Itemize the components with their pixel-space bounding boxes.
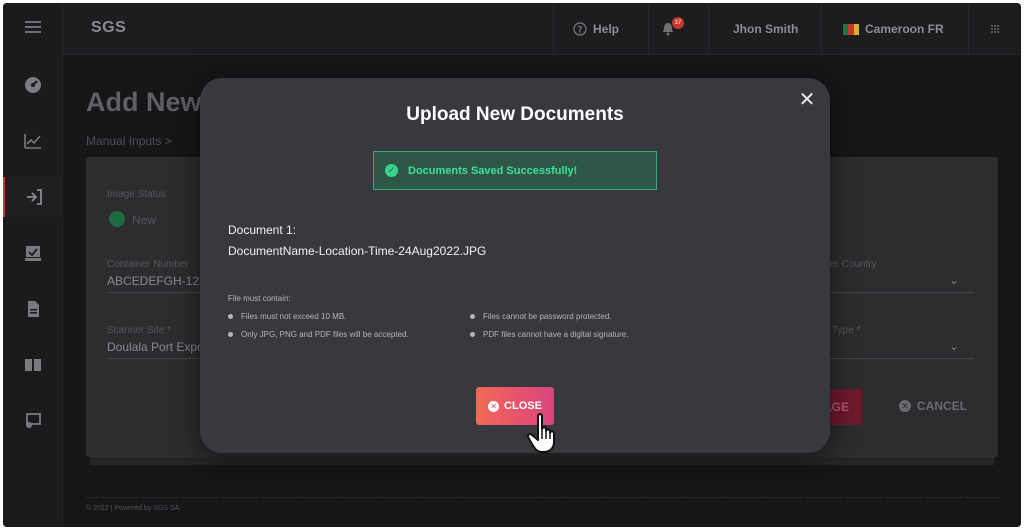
user-name: Jhon Smith [733, 22, 799, 36]
bullet-icon [228, 332, 233, 337]
close-circle-icon: ✕ [488, 400, 500, 412]
bullet-icon [470, 314, 475, 319]
status-indicator [109, 211, 125, 227]
origin-country-label: er Country [830, 259, 877, 270]
document-label: Document 1: [228, 223, 297, 237]
approvals-icon[interactable] [3, 233, 63, 273]
scanner-site-underline [107, 358, 202, 359]
app-frame: SGS ? Help 37 Jhon Smith Cameroon FR Add… [3, 3, 1021, 527]
card-shadow [90, 457, 994, 465]
scanner-site-select[interactable]: Doulala Port Expo [107, 340, 204, 354]
user-menu[interactable]: Jhon Smith [733, 3, 798, 55]
upload-documents-modal: Upload New Documents ✕ ✓ Documents Saved… [200, 78, 830, 453]
bullet-icon [228, 314, 233, 319]
footer: © 2022 | Powered by SGS SA [86, 505, 180, 512]
type-underline [830, 358, 974, 359]
top-bar: SGS ? Help 37 Jhon Smith Cameroon FR [63, 3, 1021, 55]
divider [968, 3, 969, 55]
country-underline [830, 292, 974, 293]
image-status-value: New [132, 213, 157, 227]
container-number-label: Container Number [107, 259, 189, 270]
cameroon-flag-icon [843, 23, 859, 35]
svg-text:?: ? [577, 26, 582, 36]
divider [708, 3, 709, 55]
manual-inputs-icon[interactable] [3, 177, 63, 217]
analytics-icon[interactable] [3, 121, 63, 161]
page-title: Add New [86, 87, 202, 117]
rule-item: Files must not exceed 10 MB. [228, 312, 346, 321]
document-name: DocumentName-Location-Time-24Aug2022.JPG [228, 244, 487, 258]
rule-item: PDF files cannot have a digital signatur… [470, 330, 628, 339]
country-selector[interactable]: Cameroon FR [843, 3, 944, 55]
type-label: Type * [832, 325, 861, 336]
divider [821, 3, 822, 55]
brand-logo: SGS [91, 19, 127, 36]
rule-item: Only JPG, PNG and PDF files will be acce… [228, 330, 409, 339]
country-label: Cameroon FR [865, 22, 944, 36]
grid-icon [991, 25, 999, 33]
sidebar [3, 3, 63, 527]
scanner-site-label: Scanner Site * [107, 325, 171, 336]
check-circle-icon: ✓ [385, 164, 398, 177]
hand-pointer-icon [526, 413, 555, 453]
breadcrumb[interactable]: Manual Inputs > [86, 134, 172, 148]
support-icon[interactable] [3, 401, 63, 441]
close-icon[interactable]: ✕ [798, 90, 816, 110]
divider [553, 3, 554, 55]
success-alert: ✓ Documents Saved Successfully! [373, 151, 657, 190]
divider [648, 3, 649, 55]
modal-title: Upload New Documents [406, 104, 624, 125]
container-number-underline [107, 292, 202, 293]
help-link[interactable]: ? Help [573, 3, 619, 55]
success-message: Documents Saved Successfully! [408, 164, 578, 177]
cancel-icon: ✕ [899, 400, 911, 412]
image-status-label: Image Status [107, 189, 166, 200]
rule-item: Files cannot be password protected. [470, 312, 612, 321]
rules-heading: File must contain: [228, 294, 291, 303]
cancel-button[interactable]: ✕ CANCEL [899, 399, 967, 413]
type-chevron-down-icon[interactable]: ⌄ [949, 339, 959, 353]
bullet-icon [470, 332, 475, 337]
country-chevron-down-icon[interactable]: ⌄ [949, 273, 959, 287]
rule-text: Files must not exceed 10 MB. [241, 312, 347, 321]
notifications-button[interactable]: 37 [661, 3, 691, 55]
help-label: Help [593, 22, 620, 36]
help-icon: ? [573, 22, 587, 36]
menu-icon[interactable] [3, 7, 63, 47]
rule-text: PDF files cannot have a digital signatur… [483, 330, 629, 339]
close-button-label: CLOSE [504, 400, 542, 412]
document-icon[interactable] [3, 289, 63, 329]
book-icon[interactable] [3, 345, 63, 385]
dashboard-icon[interactable] [3, 65, 63, 105]
cancel-label: CANCEL [917, 399, 967, 413]
rule-text: Files cannot be password protected. [483, 312, 612, 321]
notification-badge: 37 [672, 17, 684, 29]
rule-text: Only JPG, PNG and PDF files will be acce… [241, 330, 409, 339]
container-number-input[interactable]: ABCEDEFGH-123 [107, 274, 206, 288]
apps-grid-button[interactable] [988, 3, 1002, 55]
footer-divider [86, 497, 998, 498]
